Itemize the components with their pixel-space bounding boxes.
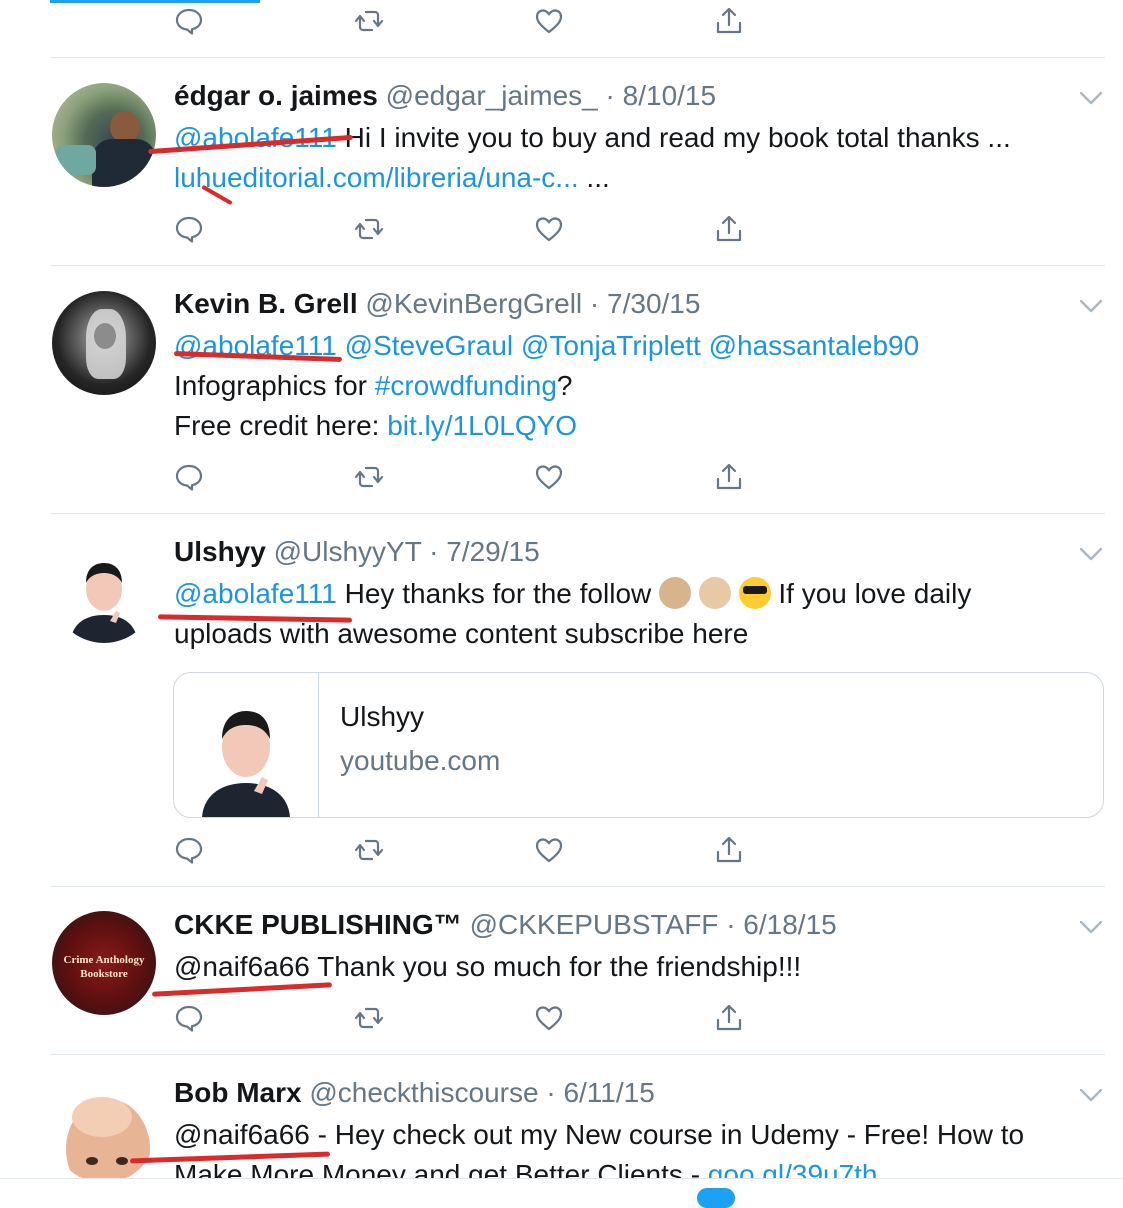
avatar[interactable] [52, 83, 156, 187]
mention-link[interactable]: @abolafe111 [174, 578, 337, 609]
separator: · [429, 536, 439, 567]
tweet-actions [174, 6, 774, 38]
user-handle[interactable]: @checkthiscourse [309, 1077, 538, 1108]
tweet-header: Bob Marx @checkthiscourse · 6/11/15 [174, 1076, 655, 1110]
share-icon[interactable] [714, 6, 746, 38]
tweet-header: édgar o. jaimes @edgar_jaimes_ · 8/10/15 [174, 79, 716, 113]
card-title: Ulshyy [340, 701, 425, 732]
victory-hand-emoji-icon [698, 577, 731, 609]
like-icon[interactable] [534, 462, 566, 494]
tweet-header: Ulshyy @UlshyyYT · 7/29/15 [174, 535, 540, 569]
caret-down-icon[interactable] [1077, 544, 1105, 564]
tweet-text-line: Infographics for [174, 370, 375, 401]
reply-icon[interactable] [174, 214, 206, 246]
tweet-date[interactable]: 6/11/15 [563, 1077, 654, 1108]
mention-link[interactable]: @naif6a66 [174, 951, 310, 982]
tweet-text: @naif6a66 Thank you so much for the frie… [174, 947, 1094, 987]
tweet-date[interactable]: 7/30/15 [607, 288, 700, 319]
separator: · [605, 80, 615, 111]
tweet-text-line: Thank you so much for the friendship!!! [309, 951, 802, 982]
user-handle[interactable]: @CKKEPUBSTAFF [470, 909, 719, 940]
display-name[interactable]: Bob Marx [174, 1077, 302, 1108]
tweet-text-line: - Hey check out my New course in Udemy -… [309, 1119, 1025, 1150]
url-link[interactable]: luhueditorial.com/libreria/una-c... [174, 162, 579, 193]
tweet-actions [174, 214, 774, 246]
active-tab-indicator [50, 0, 260, 3]
avatar-logo-text: Crime Anthology Bookstore [63, 954, 145, 980]
tweet-text-line: ? [556, 370, 573, 401]
caret-down-icon[interactable] [1077, 88, 1105, 108]
sunglasses-emoji-icon [738, 577, 771, 609]
notification-badge[interactable] [697, 1188, 735, 1208]
display-name[interactable]: Ulshyy [174, 536, 266, 567]
url-link[interactable]: bit.ly/1L0LQYO [387, 410, 577, 441]
tweet-actions [174, 1003, 774, 1035]
tweet-divider [50, 57, 1105, 58]
tweet-actions [174, 462, 774, 494]
tweet-divider [50, 886, 1105, 887]
mention-link[interactable]: @naif6a66 [174, 1119, 310, 1150]
caret-down-icon[interactable] [1077, 1085, 1105, 1105]
separator: · [726, 909, 736, 940]
display-name[interactable]: CKKE PUBLISHING™ [174, 909, 462, 940]
tweet-divider [50, 265, 1105, 266]
hashtag-link[interactable]: #crowdfunding [375, 370, 557, 401]
retweet-icon[interactable] [354, 214, 386, 246]
mention-links[interactable]: @SteveGraul @TonjaTriplett @hassantaleb9… [337, 330, 920, 361]
tweet-date[interactable]: 7/29/15 [446, 536, 539, 567]
like-icon[interactable] [534, 214, 566, 246]
tweet-date[interactable]: 8/10/15 [623, 80, 716, 111]
thumbs-up-emoji-icon [659, 577, 692, 609]
tweet-text-line: If you love daily [770, 578, 972, 609]
tweet-text: @abolafe111 Hi I invite you to buy and r… [174, 118, 1094, 198]
like-icon[interactable] [534, 835, 566, 867]
avatar[interactable] [52, 539, 156, 643]
reply-icon[interactable] [174, 835, 206, 867]
reply-icon[interactable] [174, 462, 206, 494]
share-icon[interactable] [714, 1003, 746, 1035]
caret-down-icon[interactable] [1077, 296, 1105, 316]
retweet-icon[interactable] [354, 6, 386, 38]
retweet-icon[interactable] [354, 462, 386, 494]
avatar[interactable] [52, 1079, 156, 1183]
tweet-header: Kevin B. Grell @KevinBergGrell · 7/30/15 [174, 287, 700, 321]
card-thumbnail [174, 673, 319, 817]
tweet-text: @abolafe111 Hey thanks for the follow If… [174, 574, 1094, 654]
user-handle[interactable]: @UlshyyYT [274, 536, 422, 567]
tweet-text-line: Hi I invite you to buy and read my book … [336, 122, 1011, 153]
tweet-divider [50, 1054, 1105, 1055]
timeline-feed: édgar o. jaimes @edgar_jaimes_ · 8/10/15… [0, 0, 1123, 1208]
avatar[interactable] [52, 291, 156, 395]
tweet-divider [50, 513, 1105, 514]
share-icon[interactable] [714, 835, 746, 867]
tweet-text-line: uploads with awesome content subscribe h… [174, 618, 749, 649]
caret-down-icon[interactable] [1077, 917, 1105, 937]
tweet-date[interactable]: 6/18/15 [743, 909, 836, 940]
reply-icon[interactable] [174, 1003, 206, 1035]
retweet-icon[interactable] [354, 1003, 386, 1035]
link-preview-card[interactable]: Ulshyy youtube.com [173, 672, 1104, 818]
tweet-text: @abolafe111 @SteveGraul @TonjaTriplett @… [174, 326, 1094, 446]
share-icon[interactable] [714, 214, 746, 246]
bottom-navigation-bar [0, 1178, 1123, 1201]
display-name[interactable]: Kevin B. Grell [174, 288, 358, 319]
user-handle[interactable]: @KevinBergGrell [365, 288, 582, 319]
display-name[interactable]: édgar o. jaimes [174, 80, 378, 111]
reply-icon[interactable] [174, 6, 206, 38]
share-icon[interactable] [714, 462, 746, 494]
avatar[interactable]: Crime Anthology Bookstore [52, 911, 156, 1015]
retweet-icon[interactable] [354, 835, 386, 867]
tweet-text-line: Hey thanks for the follow [336, 578, 652, 609]
like-icon[interactable] [534, 1003, 566, 1035]
tweet-text-suffix: ... [578, 162, 610, 193]
tweet-actions [174, 835, 774, 867]
tweet-text-line: Free credit here: [174, 410, 388, 441]
card-domain: youtube.com [340, 745, 501, 776]
separator: · [589, 288, 600, 319]
user-handle[interactable]: @edgar_jaimes_ [386, 80, 598, 111]
like-icon[interactable] [534, 6, 566, 38]
tweet-header: CKKE PUBLISHING™ @CKKEPUBSTAFF · 6/18/15 [174, 908, 837, 942]
separator: · [546, 1077, 556, 1108]
